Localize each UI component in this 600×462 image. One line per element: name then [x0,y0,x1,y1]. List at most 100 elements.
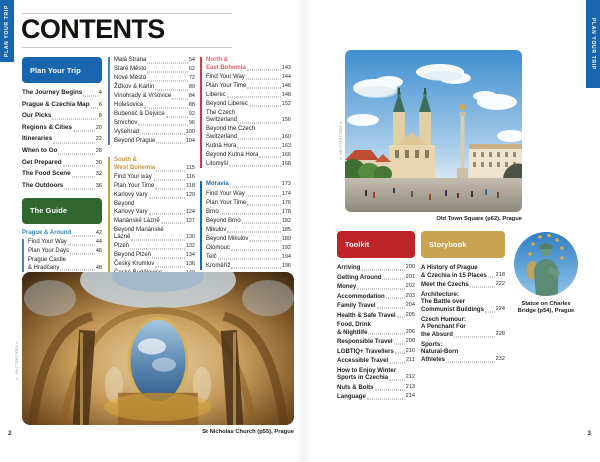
toc-column-1: Plan Your Trip The Journey Begins4 Prague… [22,57,102,274]
toolkit-list: Arriving200 Getting Around201Money202 Acco… [337,264,415,401]
toc-entry[interactable]: Vyšehrad100 [114,129,195,137]
toc-entry[interactable]: Nuts & Bolts213 [337,384,415,392]
toc-entry[interactable]: Find Your Way144 [206,74,291,82]
toc-section-header[interactable]: Moravia173 [206,181,291,189]
toc-entry[interactable]: BeyondKarlovy Vary124 [114,201,195,216]
toc-entry[interactable]: Health & Safe Travel205 [337,312,415,320]
charles-bridge-statue-photo [514,232,578,296]
toolkit-button[interactable]: Toolkit [337,231,415,258]
toc-entry[interactable]: Beyond Liberec152 [206,101,291,109]
toc-entry[interactable]: Arriving200 [337,264,415,272]
toc-entry[interactable]: Český Krumlov136 [114,261,195,269]
toc-entry[interactable]: Itineraries22 [22,134,102,144]
toolkit-column: Toolkit Arriving200 Getting Around201Mone… [337,231,415,403]
plan-your-trip-button[interactable]: Plan Your Trip [22,57,102,83]
toc-entry[interactable]: Nové Město72 [114,75,195,83]
toc-entry[interactable]: Find Your way116 [114,174,195,182]
toc-entry[interactable]: Bubeneč & Dejvice92 [114,111,195,119]
storybook-button[interactable]: Storybook [421,231,505,258]
toc-entry[interactable]: Smíchov96 [114,120,195,128]
toc-entry[interactable]: Find Your Way174 [206,191,291,199]
toc-entry[interactable]: Architecture:The Battle overCommunist Bu… [421,291,505,314]
toc-entry[interactable]: Language214 [337,393,415,401]
storybook-list: A History of Prague& Czechia in 15 Place… [421,264,505,364]
page-title: CONTENTS [21,14,165,45]
toc-column-2: Malá Strana54Staré Město62Nové Město72Ži… [108,57,195,279]
toc-entry[interactable]: Meet the Czechs222 [421,281,505,289]
plan-your-trip-list: The Journey Begins4 Prague & Czechia Map6… [22,88,102,191]
toc-entry[interactable]: Litomyšl168 [206,161,291,169]
toc-entry[interactable]: Accommodation203 [337,293,415,301]
st-nicholas-church-photo [22,272,294,425]
toc-entry[interactable]: Money202 [337,283,415,291]
toc-entry[interactable]: Get Prepared30 [22,158,102,168]
toc-entry[interactable]: Beyond Kutná Hora166 [206,152,291,160]
toc-column-3: North &East Bohemia143Find Your Way144Pl… [200,57,291,271]
toc-entry[interactable]: Žižkov & Karlín80 [114,84,195,92]
toc-entry[interactable]: Staré Město62 [114,66,195,74]
toc-entry[interactable]: Telč194 [206,254,291,262]
toc-entry[interactable]: Kutná Hora163 [206,143,291,151]
toc-entry[interactable]: Accessible Travel211 [337,357,415,365]
toc-entry[interactable]: Sports:Natural-BornAthletes232 [421,341,505,364]
toc-entry[interactable]: Regions & Cities20 [22,123,102,133]
toc-entry[interactable]: Our Picks8 [22,111,102,121]
toc-entry[interactable]: Beyond Brno182 [206,218,291,226]
toc-entry[interactable]: The Food Scene32 [22,169,102,179]
plan-your-trip-edge-tab-left: PLAN YOUR TRIP [0,0,14,62]
toc-entry[interactable]: When to Go28 [22,146,102,156]
toc-entry[interactable]: Find Your Way44 [28,239,102,247]
toc-entry[interactable]: Mariánské Lázně127 [114,218,195,226]
photo-credit: © SHUTTERSTOCK © [15,280,19,380]
toc-entry[interactable]: Brno178 [206,209,291,217]
toc-entry[interactable]: Food, Drink& Nightlife206 [337,321,415,336]
toc-entry[interactable]: Plan Your Days46 [28,248,102,256]
page-gutter-shadow [296,0,310,462]
toc-entry[interactable]: Plan Your Time176 [206,200,291,208]
toc-entry[interactable]: Plan Your Time146 [206,83,291,91]
old-town-square-photo [345,50,522,212]
toc-entry[interactable]: Beyond Mikulov189 [206,236,291,244]
old-town-square-caption: Old Town Square (p62), Prague [345,216,522,222]
toc-section-header[interactable]: North &East Bohemia143 [206,57,291,72]
toc-entry[interactable]: Malá Strana54 [114,57,195,65]
toc-entry[interactable]: The Journey Begins4 [22,88,102,98]
toc-section-header[interactable]: South &West Bohemia115 [114,157,195,172]
toc-entry[interactable]: How to Enjoy WinterSports in Czechia212 [337,367,415,382]
toc-entry[interactable]: Holešovice88 [114,102,195,110]
toc-entry[interactable]: Prague & Czechia Map6 [22,100,102,110]
toc-entry[interactable]: Vinohrady & Vršovice84 [114,93,195,101]
toc-entry[interactable]: Responsible Travel208 [337,338,415,346]
prague-districts-list: Malá Strana54Staré Město62Nové Město72Ži… [108,57,195,145]
toc-entry[interactable]: LGBTIQ+ Travellers210 [337,348,415,356]
toc-entry[interactable]: Beyond Prague104 [114,138,195,146]
toc-entry[interactable]: The CzechSwitzerland156 [206,110,291,125]
prague-districts-items: Malá Strana54Staré Město62Nové Město72Ži… [108,57,195,145]
toc-entry[interactable]: Family Travel204 [337,302,415,310]
toc-entry[interactable]: A History of Prague& Czechia in 15 Place… [421,264,505,279]
page-number-right: 3 [587,430,591,437]
toc-entry[interactable]: Liberec148 [206,92,291,100]
toc-entry[interactable]: Getting Around201 [337,274,415,282]
toc-section-header[interactable]: Prague & Around42 [22,230,102,238]
the-guide-button[interactable]: The Guide [22,198,102,224]
statue-caption-line2: Bridge (p54), Prague [500,308,592,315]
storybook-column: Storybook A History of Prague& Czechia i… [421,231,505,365]
south-west-bohemia-section: South &West Bohemia115Find Your way116Pl… [108,157,195,277]
toc-entry[interactable]: Plzeň132 [114,243,195,251]
toc-entry[interactable]: Czech Humour:A Penchant Forthe Absurd228 [421,316,505,339]
edge-tab-label: PLAN YOUR TRIP [590,18,596,70]
toc-entry[interactable]: Kroměříž196 [206,263,291,271]
toc-entry[interactable]: Prague Castle& Hradčany48 [28,257,102,272]
toc-entry[interactable]: Karlovy Vary120 [114,192,195,200]
toc-entry[interactable]: Beyond the CzechSwitzerland160 [206,126,291,141]
toc-entry[interactable]: Olomouc192 [206,245,291,253]
toc-entry[interactable]: Mikulov185 [206,227,291,235]
edge-tab-label: PLAN YOUR TRIP [4,5,10,57]
toc-entry[interactable]: Beyond MariánskéLázně130 [114,227,195,242]
toc-entry[interactable]: The Outdoors36 [22,181,102,191]
toc-entry[interactable]: Plan Your Time118 [114,183,195,191]
toc-entry[interactable]: Beyond Plzeň134 [114,252,195,260]
statue-caption-line1: Statue on Charles [500,301,592,308]
north-east-bohemia-section: North &East Bohemia143 Find Your Way144Pl… [200,57,291,168]
